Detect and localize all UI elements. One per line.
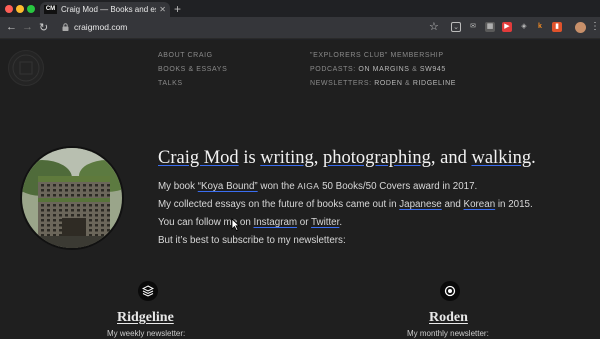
koya-bound-link[interactable]: “Koya Bound”: [198, 181, 258, 192]
hero-walking-link[interactable]: walking: [471, 148, 531, 168]
essays-text-a: My collected essays on the future of boo…: [158, 199, 400, 210]
minimize-window-icon[interactable]: [16, 5, 24, 13]
forward-icon[interactable]: →: [22, 21, 33, 33]
aiga-text: AIGA: [297, 181, 320, 191]
body-line-subscribe: But it’s best to subscribe to my newslet…: [158, 235, 346, 246]
lock-icon[interactable]: [62, 23, 69, 31]
follow-end-text: .: [339, 217, 343, 228]
mail-extension-icon[interactable]: ✉: [468, 22, 478, 32]
pocket-extension-icon[interactable]: ⌄: [451, 22, 461, 32]
back-icon[interactable]: ←: [6, 21, 17, 33]
hero-name-link[interactable]: Craig Mod: [158, 148, 239, 168]
nav-books-essays[interactable]: BOOKS & ESSAYS: [158, 66, 227, 73]
nav-newsletter-roden[interactable]: RODEN: [374, 80, 402, 87]
close-tab-icon[interactable]: ✕: [159, 5, 166, 14]
mouse-cursor-icon: [231, 218, 240, 231]
essays-text-and: and: [441, 199, 464, 210]
korean-link[interactable]: Korean: [464, 199, 496, 210]
bookmark-extension-icon[interactable]: ▮: [552, 22, 562, 32]
roden-title-link[interactable]: Roden: [429, 310, 468, 326]
browser-tab-bar: CM Craig Mod — Books and essays ✕ +: [0, 0, 600, 17]
site-logo-seal[interactable]: [8, 50, 44, 86]
address-bar[interactable]: craigmod.com: [74, 22, 127, 32]
japanese-link[interactable]: Japanese: [399, 199, 442, 210]
hero-writing-link[interactable]: writing: [260, 148, 313, 168]
profile-avatar[interactable]: [575, 22, 586, 33]
body-line-essays: My collected essays on the future of boo…: [158, 199, 533, 210]
nav-talks[interactable]: TALKS: [158, 80, 183, 87]
browser-toolbar: ← → ↻ craigmod.com ☆ ⌄ ✉ ▦ ▶ ◈ k ▮ ⋮: [0, 17, 600, 39]
koya-text-b: won the: [257, 181, 298, 192]
bookmark-star-icon[interactable]: ☆: [429, 20, 439, 33]
hero-photo: [20, 146, 124, 250]
nav-newsletter-ridgeline[interactable]: RIDGELINE: [413, 80, 456, 87]
nav-podcasts-row: PODCASTS: ON MARGINS & SW945: [310, 66, 446, 73]
tab-favicon: CM: [44, 5, 57, 14]
roden-subtitle: My monthly newsletter:: [407, 329, 489, 338]
nav-about-craig[interactable]: ABOUT CRAIG: [158, 52, 213, 59]
menu-kebab-icon[interactable]: ⋮: [590, 21, 600, 32]
instagram-link[interactable]: Instagram: [254, 217, 298, 228]
reload-icon[interactable]: ↻: [39, 21, 48, 34]
hero-text-and: , and: [430, 148, 472, 168]
follow-or-text: or: [297, 217, 312, 228]
hero-photographing-link[interactable]: photographing: [323, 148, 431, 168]
nav-podcast-sw945[interactable]: SW945: [420, 66, 446, 73]
newsletters-ampersand: &: [405, 80, 411, 87]
podcasts-label: PODCASTS:: [310, 66, 356, 73]
body-line-follow: You can follow me on Instagram or Twitte…: [158, 217, 342, 228]
ridgeline-icon-badge[interactable]: [138, 281, 158, 301]
twitter-link[interactable]: Twitter: [311, 217, 339, 228]
hero-text-period: .: [531, 148, 536, 168]
browser-tab[interactable]: CM Craig Mod — Books and essays ✕: [40, 2, 170, 17]
roden-icon-badge[interactable]: [440, 281, 460, 301]
koya-text-c: 50 Books/50 Covers award in 2017.: [319, 181, 478, 192]
page-content: ABOUT CRAIG BOOKS & ESSAYS TALKS "EXPLOR…: [0, 40, 600, 339]
stack-icon: [142, 285, 154, 297]
koya-text-a: My book: [158, 181, 198, 192]
ridgeline-subtitle: My weekly newsletter:: [107, 329, 186, 338]
body-line-koya: My book “Koya Bound” won the AIGA 50 Boo…: [158, 181, 477, 192]
play-extension-icon[interactable]: ▶: [502, 22, 512, 32]
building-photo-image: [22, 148, 122, 248]
hero-text-is: is: [238, 148, 261, 168]
podcasts-ampersand: &: [412, 66, 418, 73]
essays-text-b: in 2015.: [495, 199, 533, 210]
maximize-window-icon[interactable]: [27, 5, 35, 13]
circle-dot-icon: [444, 285, 456, 297]
seal-icon: [12, 54, 40, 82]
tab-title: Craig Mod — Books and essays: [61, 5, 156, 14]
grid-extension-icon[interactable]: ▦: [485, 22, 495, 32]
nav-membership[interactable]: "EXPLORERS CLUB" MEMBERSHIP: [310, 52, 444, 59]
k-extension-icon[interactable]: k: [535, 22, 545, 32]
close-window-icon[interactable]: [5, 5, 13, 13]
nav-newsletters-row: NEWSLETTERS: RODEN & RIDGELINE: [310, 80, 456, 87]
newsletters-label: NEWSLETTERS:: [310, 80, 372, 87]
nav-podcast-on-margins[interactable]: ON MARGINS: [358, 66, 409, 73]
shield-extension-icon[interactable]: ◈: [519, 22, 529, 32]
ridgeline-title-link[interactable]: Ridgeline: [117, 310, 174, 326]
hero-text-comma: ,: [313, 148, 323, 168]
hero-headline: Craig Mod is writing, photographing, and…: [158, 148, 536, 169]
new-tab-icon[interactable]: +: [174, 2, 181, 16]
